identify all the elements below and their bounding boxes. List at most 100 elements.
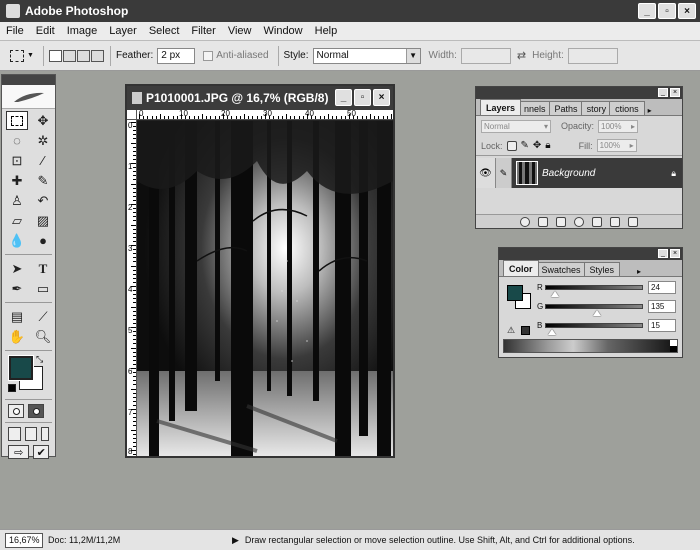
panel-minimize-button[interactable]: _ bbox=[658, 249, 668, 258]
layer-row-background[interactable]: 👁︎ ✎ Background 🔒︎ bbox=[476, 158, 682, 188]
rectangle-tool-icon[interactable]: ▭ bbox=[32, 279, 54, 298]
quick-mask-mode-icon[interactable] bbox=[28, 404, 44, 418]
panel-menu-icon[interactable]: ▸ bbox=[648, 106, 652, 115]
menu-filter[interactable]: Filter bbox=[185, 25, 221, 37]
clone-stamp-tool-icon[interactable]: ♙ bbox=[6, 191, 28, 210]
default-colors-icon[interactable] bbox=[8, 384, 16, 392]
jump-to-imageready-icon[interactable]: ⇨ bbox=[8, 445, 30, 459]
green-slider-thumb[interactable] bbox=[592, 309, 601, 316]
layers-panel-header[interactable]: _ × bbox=[476, 87, 682, 99]
healing-brush-tool-icon[interactable]: ✚ bbox=[6, 171, 28, 190]
path-selection-tool-icon[interactable]: ➤ bbox=[6, 259, 28, 278]
menu-view[interactable]: View bbox=[222, 25, 258, 37]
slice-tool-icon[interactable]: ⁄ bbox=[32, 151, 54, 170]
red-slider-thumb[interactable] bbox=[551, 290, 560, 297]
tab-channels[interactable]: nnels bbox=[518, 101, 552, 115]
gradient-tool-icon[interactable]: ▨ bbox=[32, 211, 54, 230]
full-screen-menu-mode-icon[interactable] bbox=[24, 427, 37, 441]
green-slider[interactable] bbox=[545, 303, 643, 316]
restore-button[interactable]: ▫ bbox=[658, 3, 676, 19]
link-layers-icon[interactable] bbox=[520, 216, 530, 227]
swap-dimensions-icon[interactable]: ⇄ bbox=[517, 49, 526, 62]
style-select[interactable]: Normal ▼ bbox=[312, 47, 421, 64]
red-slider[interactable] bbox=[545, 284, 643, 297]
intersect-selection-button[interactable] bbox=[91, 49, 104, 62]
magic-wand-tool-icon[interactable]: ✲ bbox=[32, 131, 54, 150]
new-group-icon[interactable] bbox=[592, 216, 602, 227]
gamut-warning-icon[interactable]: ⚠ bbox=[507, 325, 515, 336]
standard-mode-icon[interactable] bbox=[8, 404, 24, 418]
gamut-color-swatch[interactable] bbox=[521, 326, 530, 335]
blur-tool-icon[interactable]: 💧 bbox=[6, 231, 28, 250]
subtract-from-selection-button[interactable] bbox=[77, 49, 90, 62]
tab-swatches[interactable]: Swatches bbox=[535, 262, 587, 276]
menu-help[interactable]: Help bbox=[309, 25, 344, 37]
notes-tool-icon[interactable]: ▤ bbox=[6, 307, 28, 326]
hand-tool-icon[interactable]: ✋ bbox=[6, 327, 28, 346]
color-panel-header[interactable]: _ × bbox=[499, 248, 682, 260]
green-value-input[interactable]: 135 bbox=[648, 299, 676, 313]
color-ramp[interactable] bbox=[503, 339, 678, 353]
eraser-tool-icon[interactable]: ▱ bbox=[6, 211, 28, 230]
document-close-button[interactable]: × bbox=[373, 89, 390, 106]
document-size-info[interactable]: Doc: 11,2M/11,2M bbox=[48, 535, 208, 545]
rectangular-marquee-tool-icon[interactable] bbox=[6, 111, 28, 130]
red-value-input[interactable]: 24 bbox=[648, 280, 676, 294]
standard-screen-mode-icon[interactable] bbox=[8, 427, 21, 441]
tab-actions[interactable]: ctions bbox=[609, 101, 645, 115]
new-layer-icon[interactable] bbox=[610, 216, 620, 227]
opacity-input[interactable]: 100% ▸ bbox=[598, 119, 639, 133]
panel-minimize-button[interactable]: _ bbox=[658, 88, 668, 97]
delete-layer-icon[interactable] bbox=[628, 216, 638, 227]
tab-layers[interactable]: Layers bbox=[480, 99, 522, 115]
lock-transparent-icon[interactable] bbox=[506, 140, 517, 151]
panel-menu-icon[interactable]: ▸ bbox=[637, 267, 641, 276]
ruler-origin[interactable] bbox=[127, 110, 137, 120]
eyedropper-tool-icon[interactable]: ⟋ bbox=[32, 307, 54, 326]
menu-select[interactable]: Select bbox=[143, 25, 186, 37]
lasso-tool-icon[interactable]: ◌ bbox=[6, 131, 28, 150]
add-mask-icon[interactable] bbox=[556, 216, 566, 227]
zoom-level-input[interactable]: 16,67% bbox=[5, 532, 43, 548]
close-button[interactable]: × bbox=[678, 3, 696, 19]
tab-history[interactable]: story bbox=[580, 101, 613, 115]
adobe-feather-logo[interactable] bbox=[2, 85, 55, 109]
eye-icon[interactable]: 👁︎ bbox=[476, 158, 496, 188]
document-maximize-button[interactable]: ▫ bbox=[354, 89, 371, 106]
dodge-tool-icon[interactable]: ● bbox=[32, 231, 54, 250]
blend-mode-select[interactable]: Normal ▾ bbox=[481, 119, 551, 133]
lock-image-icon[interactable]: ✎ bbox=[521, 140, 529, 151]
type-tool-icon[interactable]: T bbox=[32, 259, 54, 278]
zoom-tool-icon[interactable]: 🔍︎ bbox=[32, 327, 54, 346]
tool-preset-picker[interactable]: ▼ bbox=[10, 46, 38, 66]
feather-input[interactable]: 2 px bbox=[157, 47, 196, 64]
imageready-icon[interactable]: ✔ bbox=[33, 445, 49, 459]
brush-tool-icon[interactable]: ✎ bbox=[32, 171, 54, 190]
vertical-ruler[interactable]: 0 1 2 3 4 5 6 7 8 bbox=[127, 120, 137, 456]
horizontal-ruler[interactable]: 0 10 20 30 40 50 bbox=[137, 110, 393, 120]
new-fill-layer-icon[interactable] bbox=[574, 216, 584, 227]
image-canvas[interactable] bbox=[137, 121, 393, 456]
brush-icon[interactable]: ✎ bbox=[496, 158, 512, 188]
width-input[interactable] bbox=[460, 47, 511, 64]
menu-layer[interactable]: Layer bbox=[103, 25, 143, 37]
blue-slider-thumb[interactable] bbox=[547, 328, 556, 335]
blue-slider[interactable] bbox=[545, 322, 643, 335]
tab-color[interactable]: Color bbox=[503, 260, 539, 276]
swap-colors-icon[interactable]: ⤡ bbox=[36, 354, 43, 365]
layer-name[interactable]: Background bbox=[542, 168, 671, 179]
document-minimize-button[interactable]: _ bbox=[335, 89, 352, 106]
lock-all-icon[interactable]: 🔒︎ bbox=[545, 140, 550, 151]
add-layer-style-icon[interactable] bbox=[538, 216, 548, 227]
new-selection-button[interactable] bbox=[49, 49, 62, 62]
add-to-selection-button[interactable] bbox=[63, 49, 76, 62]
status-menu-arrow-icon[interactable]: ▶ bbox=[232, 535, 239, 546]
foreground-color-swatch[interactable] bbox=[507, 285, 523, 301]
tab-paths[interactable]: Paths bbox=[548, 101, 584, 115]
menu-window[interactable]: Window bbox=[258, 25, 309, 37]
move-tool-icon[interactable]: ✥ bbox=[32, 111, 54, 130]
menu-edit[interactable]: Edit bbox=[30, 25, 61, 37]
anti-aliased-checkbox[interactable] bbox=[203, 50, 214, 61]
minimize-button[interactable]: _ bbox=[638, 3, 656, 19]
panel-close-button[interactable]: × bbox=[670, 88, 680, 97]
